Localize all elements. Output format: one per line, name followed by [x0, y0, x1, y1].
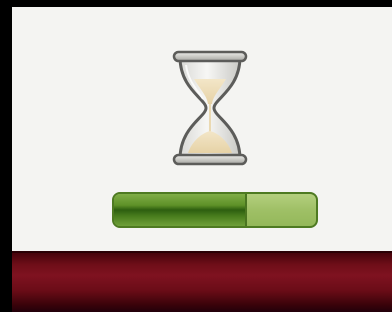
footer-bar	[12, 251, 392, 312]
loading-panel	[12, 7, 392, 251]
progress-bar-fill	[114, 194, 248, 226]
loading-progress-bar	[112, 192, 318, 228]
hourglass-icon	[172, 50, 248, 166]
device-screen	[0, 0, 392, 312]
